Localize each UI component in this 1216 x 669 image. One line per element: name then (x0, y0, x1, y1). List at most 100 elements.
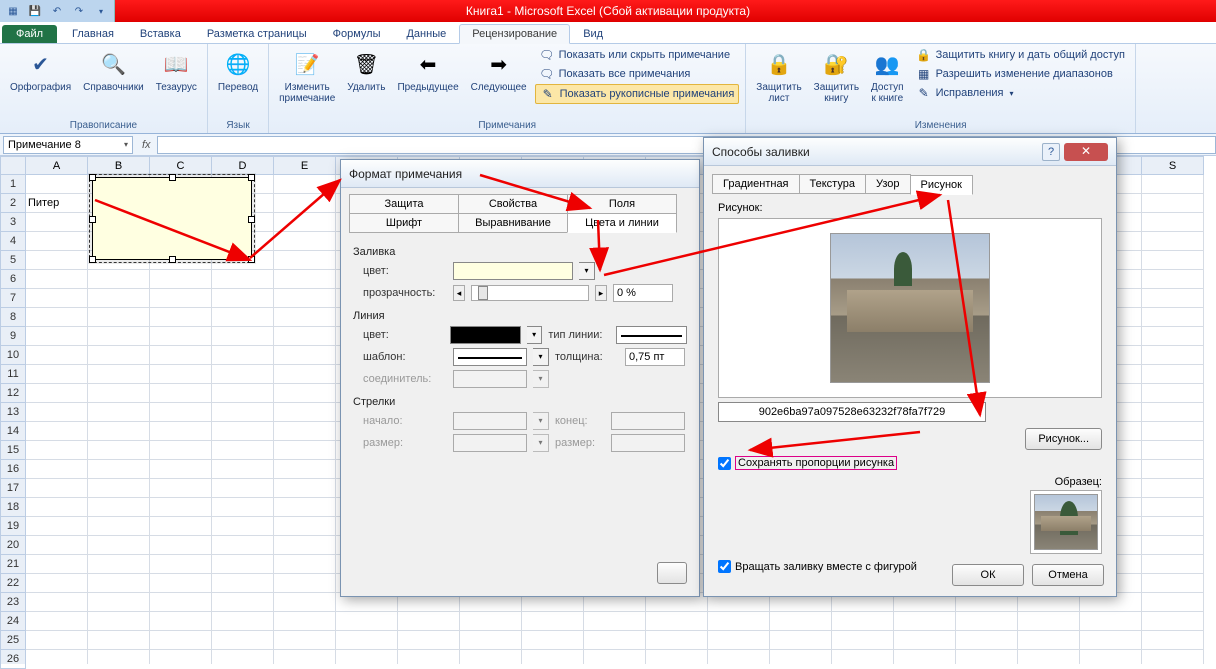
slider-left-button[interactable]: ◂ (453, 285, 465, 301)
cell[interactable] (26, 441, 88, 460)
cancel-button[interactable]: Отмена (1032, 564, 1104, 586)
cell[interactable] (26, 175, 88, 194)
cell[interactable] (274, 365, 336, 384)
cell[interactable] (212, 460, 274, 479)
cell[interactable] (274, 593, 336, 612)
cell[interactable] (894, 631, 956, 650)
cell[interactable] (26, 498, 88, 517)
cell[interactable] (1142, 441, 1204, 460)
cell[interactable] (26, 517, 88, 536)
protect-share-button[interactable]: 🔒Защитить книгу и дать общий доступ (912, 46, 1129, 64)
cell[interactable] (1142, 384, 1204, 403)
cell[interactable] (150, 498, 212, 517)
cell[interactable] (274, 194, 336, 213)
cell[interactable] (212, 441, 274, 460)
protect-sheet-button[interactable]: 🔒Защитить лист (752, 46, 805, 106)
cell[interactable] (274, 479, 336, 498)
tab-pattern[interactable]: Узор (865, 174, 911, 194)
cell[interactable] (150, 365, 212, 384)
row-header[interactable]: 2 (0, 194, 26, 213)
cell[interactable] (212, 479, 274, 498)
cell[interactable] (1142, 593, 1204, 612)
cell[interactable] (212, 270, 274, 289)
cell[interactable] (88, 308, 150, 327)
cell[interactable] (274, 631, 336, 650)
cell[interactable] (522, 650, 584, 664)
row-header[interactable]: 19 (0, 517, 26, 536)
select-picture-button[interactable]: Рисунок... (1025, 428, 1102, 450)
fill-color-dropdown[interactable]: ▾ (579, 262, 595, 280)
tab-file[interactable]: Файл (2, 25, 57, 43)
cell[interactable] (584, 631, 646, 650)
close-button[interactable]: ✕ (1064, 143, 1108, 161)
cell[interactable] (336, 631, 398, 650)
cell[interactable] (150, 384, 212, 403)
cell[interactable] (274, 555, 336, 574)
cell[interactable] (88, 346, 150, 365)
row-header[interactable]: 6 (0, 270, 26, 289)
cell[interactable] (894, 612, 956, 631)
spelling-button[interactable]: ✔Орфография (6, 46, 75, 95)
row-header[interactable]: 16 (0, 460, 26, 479)
track-changes-button[interactable]: ✎Исправления▾ (912, 84, 1129, 102)
cell[interactable] (88, 593, 150, 612)
row-header[interactable]: 11 (0, 365, 26, 384)
cell[interactable] (708, 631, 770, 650)
protect-book-button[interactable]: 🔐Защитить книгу (810, 46, 863, 106)
cell[interactable] (398, 631, 460, 650)
cell[interactable] (26, 631, 88, 650)
row-header[interactable]: 17 (0, 479, 26, 498)
cell[interactable] (212, 517, 274, 536)
transparency-slider[interactable] (471, 285, 589, 301)
comment-shape[interactable] (92, 177, 252, 260)
cell[interactable] (88, 536, 150, 555)
cell[interactable] (212, 631, 274, 650)
cell[interactable] (274, 498, 336, 517)
delete-comment-button[interactable]: 🗑Удалить (343, 46, 389, 95)
cell[interactable] (1142, 346, 1204, 365)
cell[interactable] (150, 346, 212, 365)
tab-data[interactable]: Данные (393, 24, 459, 43)
column-header[interactable]: E (274, 156, 336, 175)
cell[interactable] (1080, 612, 1142, 631)
cell[interactable] (1142, 251, 1204, 270)
cell[interactable] (1142, 650, 1204, 664)
cell[interactable]: Питер (26, 194, 88, 213)
cell[interactable] (1142, 289, 1204, 308)
cell[interactable] (336, 650, 398, 664)
cell[interactable] (26, 574, 88, 593)
cell[interactable] (150, 555, 212, 574)
line-weight-input[interactable] (625, 348, 685, 366)
cell[interactable] (150, 327, 212, 346)
qat-dropdown-icon[interactable]: ▾ (92, 2, 110, 20)
cell[interactable] (150, 612, 212, 631)
cell[interactable] (708, 650, 770, 664)
cell[interactable] (150, 479, 212, 498)
cell[interactable] (274, 289, 336, 308)
line-color-dropdown[interactable]: ▾ (527, 326, 542, 344)
cell[interactable] (88, 498, 150, 517)
row-header[interactable]: 20 (0, 536, 26, 555)
cell[interactable] (212, 593, 274, 612)
row-header[interactable]: 1 (0, 175, 26, 194)
cell[interactable] (1142, 403, 1204, 422)
column-header[interactable]: C (150, 156, 212, 175)
show-all-comments-button[interactable]: 🗨Показать все примечания (535, 65, 740, 83)
row-header[interactable]: 8 (0, 308, 26, 327)
cell[interactable] (770, 612, 832, 631)
cell[interactable] (26, 308, 88, 327)
ok-button[interactable]: ОК (952, 564, 1024, 586)
cell[interactable] (212, 498, 274, 517)
cell[interactable] (212, 555, 274, 574)
tab-font[interactable]: Шрифт (349, 213, 459, 233)
resize-handle[interactable] (89, 216, 96, 223)
cell[interactable] (212, 574, 274, 593)
cell[interactable] (1142, 308, 1204, 327)
cell[interactable] (274, 213, 336, 232)
tab-gradient[interactable]: Градиентная (712, 174, 800, 194)
cell[interactable] (1142, 498, 1204, 517)
show-ink-button[interactable]: ✎Показать рукописные примечания (535, 84, 740, 104)
cell[interactable] (88, 270, 150, 289)
cell[interactable] (460, 631, 522, 650)
tab-texture[interactable]: Текстура (799, 174, 866, 194)
